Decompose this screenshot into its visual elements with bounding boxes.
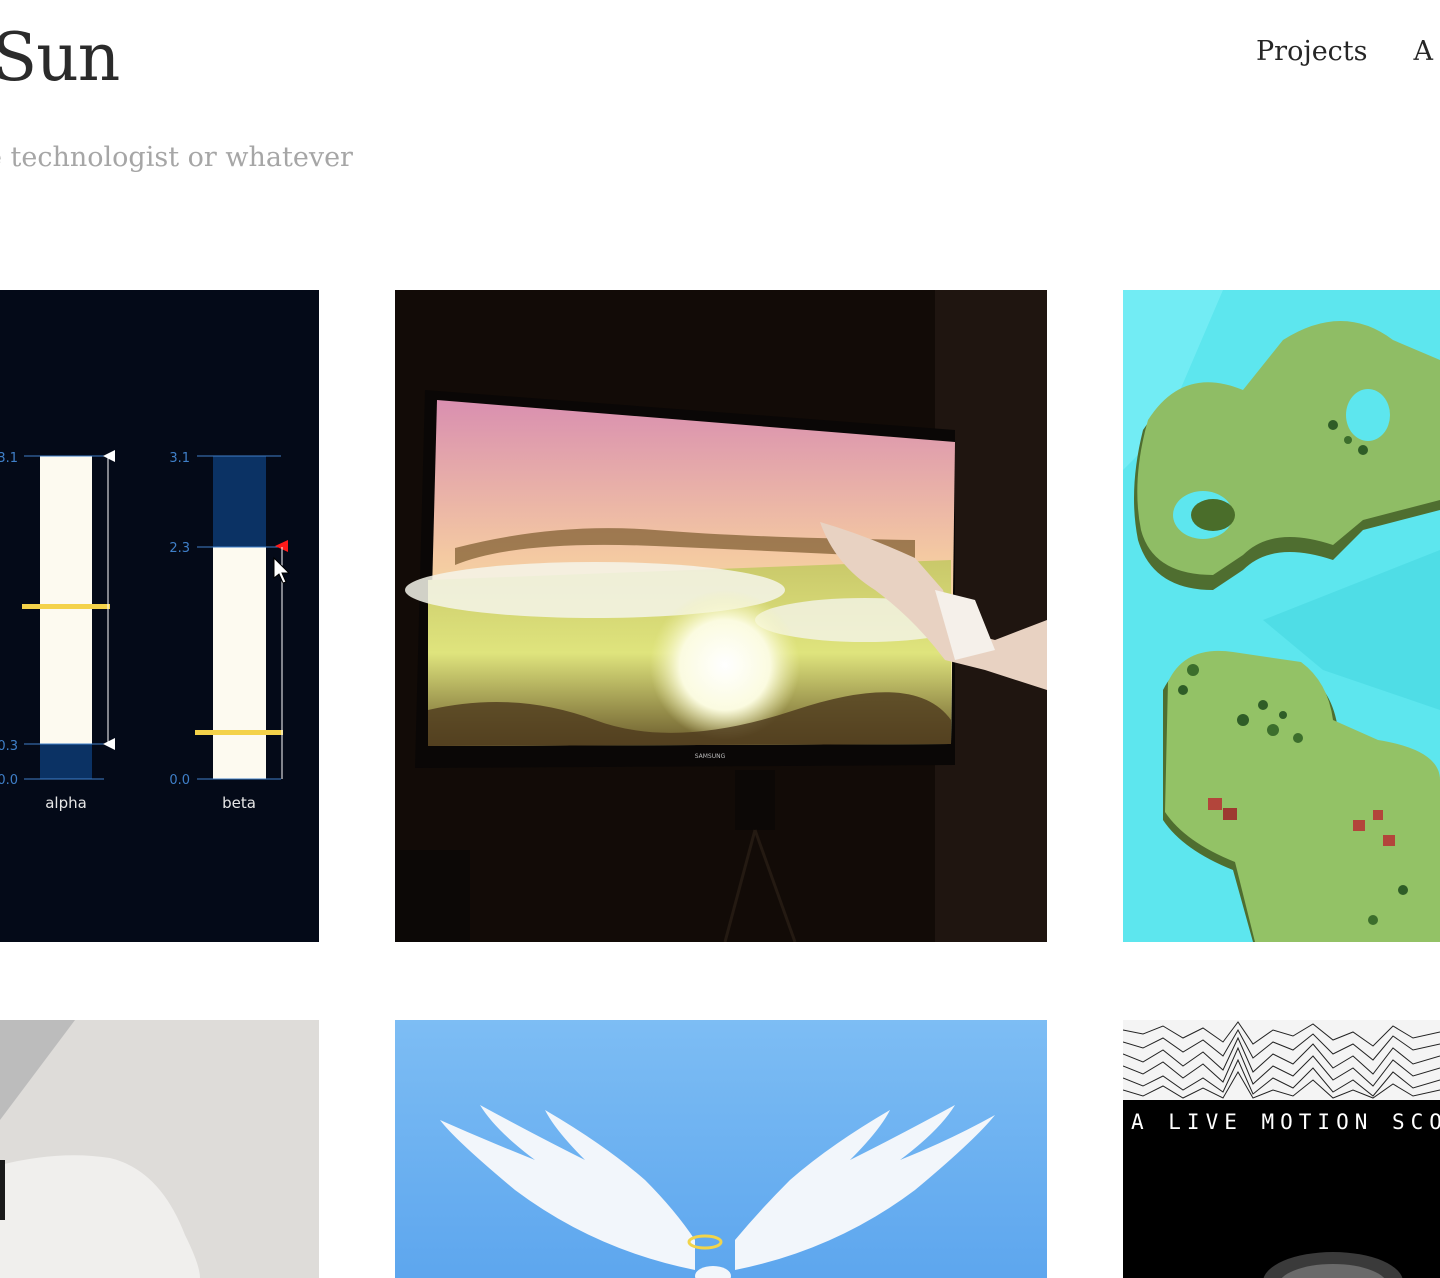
project-tile-motion-score[interactable]: A LIVE MOTION SCO bbox=[1123, 1020, 1440, 1278]
project-tile-angel-sky[interactable] bbox=[395, 1020, 1047, 1278]
eeg-alpha-label: alpha bbox=[45, 794, 87, 812]
site-title[interactable]: Sun bbox=[0, 14, 120, 102]
abstract-grey-image bbox=[0, 1020, 319, 1278]
project-tile-abstract-grey[interactable] bbox=[0, 1020, 319, 1278]
nav-link-about[interactable]: A bbox=[1414, 30, 1434, 74]
main-nav: Projects A bbox=[1256, 30, 1433, 74]
eeg-beta-label: beta bbox=[222, 794, 256, 812]
motion-score-caption: A LIVE MOTION SCO bbox=[1131, 1110, 1440, 1134]
nav-link-projects[interactable]: Projects bbox=[1256, 30, 1368, 74]
motion-score-image: A LIVE MOTION SCO bbox=[1123, 1020, 1440, 1278]
eeg-beta-tick-mid: 2.3 bbox=[169, 541, 190, 556]
angel-sky-image bbox=[395, 1020, 1047, 1278]
project-tile-tv-landscape[interactable]: SAMSUNG bbox=[395, 290, 1047, 942]
page: Sun e technologist or whatever Projects … bbox=[0, 0, 1440, 1278]
eeg-alpha-tick-low: 0.0 bbox=[0, 773, 18, 788]
eeg-bars-image: 3.1 0.3 0.0 alpha 3.1 2.3 0.0 beta bbox=[0, 290, 319, 942]
eeg-alpha-tick-high: 3.1 bbox=[0, 451, 18, 466]
tv-landscape-image: SAMSUNG bbox=[395, 290, 1047, 942]
eeg-beta-tick-high: 3.1 bbox=[169, 451, 190, 466]
eeg-beta-tick-low: 0.0 bbox=[169, 773, 190, 788]
site-tagline: e technologist or whatever bbox=[0, 142, 353, 173]
project-tile-islands[interactable] bbox=[1123, 290, 1440, 942]
eeg-alpha-tick-mid: 0.3 bbox=[0, 739, 18, 754]
islands-image bbox=[1123, 290, 1440, 942]
project-tile-eeg-bars[interactable]: 3.1 0.3 0.0 alpha 3.1 2.3 0.0 beta bbox=[0, 290, 319, 942]
svg-text:SAMSUNG: SAMSUNG bbox=[695, 753, 726, 760]
